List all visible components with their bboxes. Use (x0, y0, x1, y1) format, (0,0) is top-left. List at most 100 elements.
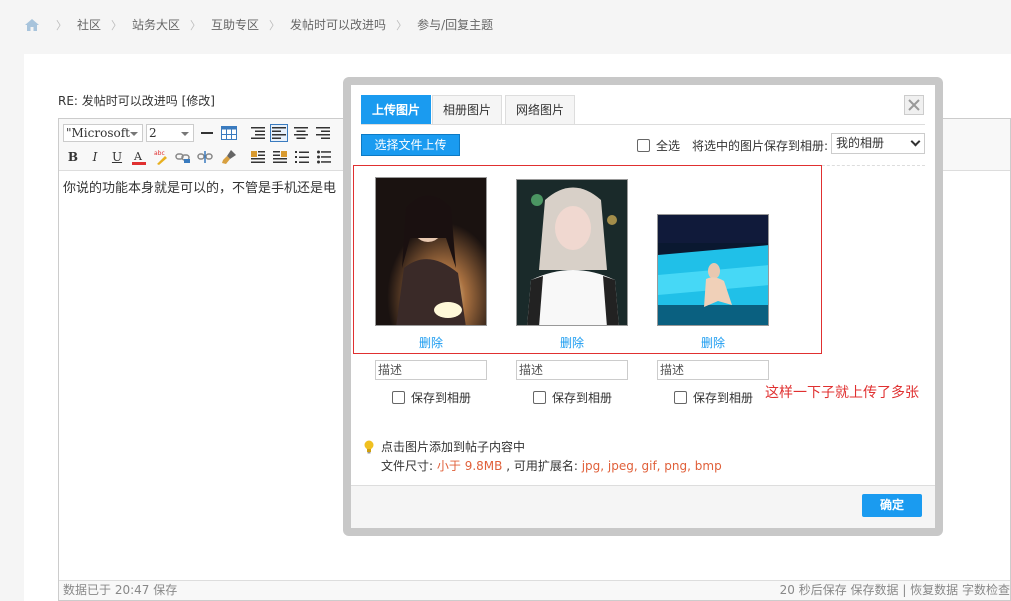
unordered-list-button[interactable] (315, 148, 333, 166)
svg-text:A: A (133, 150, 143, 163)
chevron-down-icon (181, 132, 189, 136)
file-info: 文件尺寸: 小于 9.8MB , 可用扩展名: jpg, jpeg, gif, … (381, 457, 722, 474)
close-icon (908, 99, 920, 111)
home-icon[interactable] (24, 18, 40, 32)
photo-2-save-to-album[interactable]: 保存到相册 (533, 389, 612, 406)
tabs-divider (361, 124, 925, 125)
breadcrumb-item-thread[interactable]: 发帖时可以改进吗 (290, 16, 386, 33)
highlight-icon: abc (154, 150, 167, 165)
breadcrumb-separator: 〉 (111, 18, 123, 32)
align-right-button[interactable] (314, 124, 332, 142)
indent-icon (251, 127, 265, 139)
unlink-icon (197, 151, 213, 163)
delete-photo-3-link[interactable]: 删除 (683, 334, 743, 351)
align-left-icon (272, 127, 286, 139)
breadcrumb-separator: 〉 (396, 18, 408, 32)
uploaded-photo-1[interactable] (375, 177, 487, 326)
select-all-checkbox[interactable]: 全选 (637, 137, 680, 154)
breadcrumb-separator: 〉 (190, 18, 202, 32)
insert-table-button[interactable] (220, 124, 238, 142)
photo-2-thumbnail (517, 180, 627, 325)
float-left-button[interactable] (249, 148, 267, 166)
tab-upload-image[interactable]: 上传图片 (361, 95, 432, 125)
underline-button[interactable]: U (108, 148, 126, 166)
photo-1-description-input[interactable]: 描述 (375, 360, 487, 380)
uploaded-photo-3[interactable] (657, 214, 769, 326)
horizontal-rule-icon (201, 132, 213, 134)
close-button[interactable] (904, 95, 924, 115)
tip-line: 点击图片添加到帖子内容中 (363, 438, 525, 455)
float-left-icon (251, 151, 265, 163)
breadcrumb-separator: 〉 (269, 18, 281, 32)
ordered-list-button[interactable] (293, 148, 311, 166)
tab-web-image[interactable]: 网络图片 (505, 95, 576, 125)
insert-link-button[interactable] (174, 148, 192, 166)
photo-3-description-input[interactable]: 描述 (657, 360, 769, 380)
float-right-button[interactable] (271, 148, 289, 166)
svg-text:abc: abc (154, 150, 165, 157)
editor-status-actions[interactable]: 20 秒后保存 保存数据 | 恢复数据 字数检查 (780, 581, 1010, 600)
float-right-icon (273, 151, 287, 163)
align-center-button[interactable] (292, 124, 310, 142)
bold-icon: B (67, 150, 79, 164)
bold-button[interactable]: B (64, 148, 82, 166)
align-left-button[interactable] (270, 124, 288, 142)
link-icon (175, 153, 190, 163)
photo-1-save-to-album[interactable]: 保存到相册 (392, 389, 471, 406)
breadcrumb-item-help[interactable]: 互助专区 (211, 16, 259, 33)
breadcrumb-item-site-affairs[interactable]: 站务大区 (132, 16, 180, 33)
upload-dialog: 上传图片 相册图片 网络图片 选择文件上传 全选 将选中的图片保存到相册: 我的… (351, 85, 935, 528)
underline-icon: U (111, 150, 123, 164)
photo-1-save-label: 保存到相册 (411, 391, 472, 405)
font-size-value: 2 (149, 126, 157, 140)
ordered-list-icon (295, 151, 309, 163)
text-color-button[interactable]: A (130, 148, 148, 166)
italic-icon: I (92, 150, 98, 164)
page-title: RE: 发帖时可以改进吗 [修改] (58, 94, 215, 108)
photo-1-thumbnail (376, 178, 486, 325)
confirm-button[interactable]: 确定 (862, 494, 922, 517)
tip-text: 点击图片添加到帖子内容中 (381, 440, 526, 454)
photo-3-save-label: 保存到相册 (693, 391, 754, 405)
extensions-label: , 可用扩展名: (506, 459, 578, 473)
delete-photo-2-link[interactable]: 删除 (542, 334, 602, 351)
editor-content[interactable]: 你说的功能本身就是可以的，不管是手机还是电 (63, 177, 336, 196)
dialog-tabs: 上传图片 相册图片 网络图片 (351, 85, 935, 125)
chevron-down-icon (910, 136, 921, 147)
text-color-icon: A (132, 150, 146, 165)
photo-2-save-label: 保存到相册 (552, 391, 613, 405)
font-family-select[interactable]: "Microsoft (63, 124, 143, 142)
unordered-list-icon (317, 150, 331, 164)
checkbox-icon[interactable] (392, 391, 405, 404)
breadcrumb: 〉 社区 〉 站务大区 〉 互助专区 〉 发帖时可以改进吗 〉 参与/回复主题 (24, 16, 493, 33)
unlink-button[interactable] (196, 148, 214, 166)
photo-2-description-input[interactable]: 描述 (516, 360, 628, 380)
tab-album-image[interactable]: 相册图片 (432, 95, 503, 125)
album-select[interactable]: 我的相册 (831, 133, 925, 154)
table-icon (221, 126, 237, 140)
delete-photo-1-link[interactable]: 删除 (401, 334, 461, 351)
checkbox-icon[interactable] (637, 139, 650, 152)
select-all-label: 全选 (656, 139, 681, 153)
highlight-button[interactable]: abc (152, 148, 170, 166)
font-size-select[interactable]: 2 (146, 124, 194, 142)
align-right-icon (316, 127, 330, 139)
file-size-label: 文件尺寸: (381, 459, 434, 473)
annotation-text: 这样一下子就上传了多张 (765, 385, 919, 401)
brush-icon (222, 150, 236, 164)
checkbox-icon[interactable] (533, 391, 546, 404)
checkbox-icon[interactable] (674, 391, 687, 404)
choose-file-button[interactable]: 选择文件上传 (361, 134, 460, 156)
indent-button[interactable] (249, 124, 267, 142)
upload-dialog-frame: 上传图片 相册图片 网络图片 选择文件上传 全选 将选中的图片保存到相册: 我的… (343, 77, 943, 536)
breadcrumb-item-community[interactable]: 社区 (77, 16, 101, 33)
save-to-album-label: 将选中的图片保存到相册: (692, 139, 829, 153)
horizontal-rule-button[interactable] (198, 124, 216, 142)
italic-button[interactable]: I (86, 148, 104, 166)
uploaded-photo-2[interactable] (516, 179, 628, 326)
breadcrumb-item-reply[interactable]: 参与/回复主题 (417, 16, 493, 33)
clear-format-button[interactable] (220, 148, 238, 166)
photo-3-save-to-album[interactable]: 保存到相册 (674, 389, 753, 406)
font-family-value: "Microsoft (66, 126, 130, 140)
autosave-status: 数据已于 20:47 保存 (63, 583, 178, 597)
